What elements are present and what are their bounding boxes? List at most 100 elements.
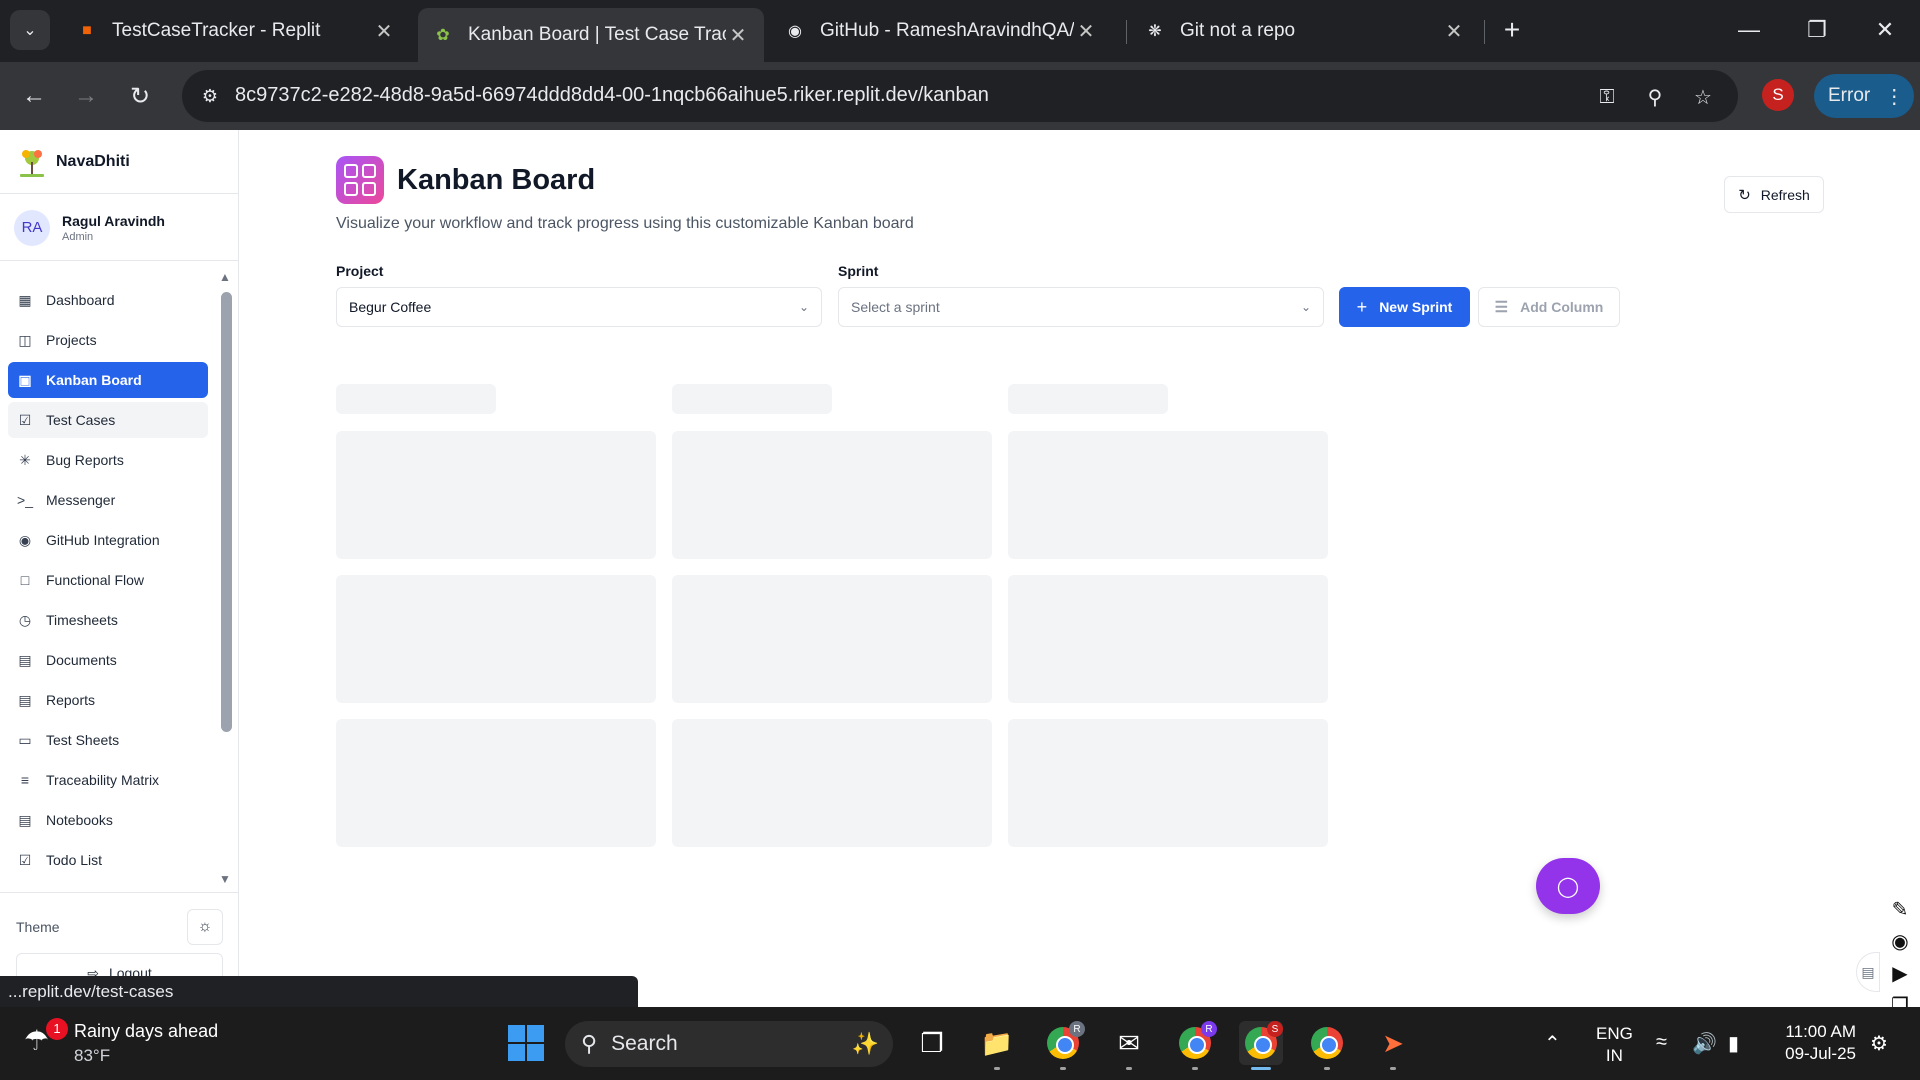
umbrella-icon: ☂ 1 [24,1017,68,1064]
skeleton-card [336,719,656,847]
tab-kanban-board[interactable]: ✿ Kanban Board | Test Case Tracker ✕ [418,8,764,62]
user-role: Admin [62,230,94,243]
brand-name: NavaDhiti [56,152,130,170]
sidebar-item-dashboard[interactable]: ▦ Dashboard [8,282,208,318]
sidebar-item-notebooks[interactable]: ▤ Notebooks [8,802,208,838]
chrome-profile-s-icon[interactable]: S [1239,1021,1283,1070]
language-indicator[interactable]: ENG IN [1596,1023,1633,1067]
skeleton-card [672,431,992,559]
chrome-profile-r-icon[interactable]: R [1041,1021,1085,1070]
chrome-profile-r2-icon[interactable]: R [1173,1021,1217,1070]
sidebar-item-label: Bug Reports [46,452,124,468]
sidebar-item-messenger[interactable]: >_ Messenger [8,482,208,518]
refresh-button[interactable]: ↻ Refresh [1724,176,1824,213]
sidebar-item-traceability-matrix[interactable]: ≡ Traceability Matrix [8,762,208,798]
sidebar-item-todo-list[interactable]: ☑ Todo List [8,842,208,878]
sidebar-item-test-cases[interactable]: ☑ Test Cases [8,402,208,438]
scroll-up-arrow-icon[interactable]: ▲ [219,270,231,284]
close-icon[interactable]: ✕ [1074,19,1098,44]
task-view-icon[interactable]: ❐ [910,1021,954,1065]
forward-button[interactable]: → [66,76,106,116]
zoom-icon[interactable]: ⚲ [1640,82,1670,112]
tab-git-not-a-repo[interactable]: ❋ Git not a repo ✕ [1130,8,1480,54]
wifi-icon[interactable]: ≈ [1656,1031,1667,1054]
start-button[interactable] [508,1025,544,1061]
sidebar-item-label: Kanban Board [46,372,142,388]
skeleton-card [1008,431,1328,559]
tab-github[interactable]: ◉ GitHub - RameshAravindhQA/Test ✕ [770,8,1112,54]
address-bar[interactable]: ⚙ 8c9737c2-e282-48d8-9a5d-66974ddd8dd4-0… [182,70,1738,122]
chat-button[interactable]: ◯ [1536,858,1600,914]
new-sprint-label: New Sprint [1379,299,1453,315]
notification-icon[interactable]: ⚙ [1870,1031,1888,1056]
tab-title: GitHub - RameshAravindhQA/Test [820,20,1074,41]
tray-chevron-up-icon[interactable]: ⌃ [1544,1031,1561,1056]
kanban-icon: ▣ [18,371,32,388]
plus-icon: + [1356,296,1368,317]
sprint-select[interactable]: Select a sprint ⌄ [838,287,1324,327]
new-sprint-button[interactable]: + New Sprint [1339,287,1470,327]
layers-icon: ☰ [1494,299,1509,316]
clock[interactable]: 11:00 AM 09-Jul-25 [1776,1021,1856,1065]
sprint-select-placeholder: Select a sprint [851,299,940,315]
file-explorer-icon[interactable]: 📁 [975,1021,1019,1070]
tab-search-button[interactable]: ⌄ [10,10,50,50]
close-icon[interactable]: ✕ [726,23,750,48]
site-settings-icon[interactable]: ⚙ [196,82,224,110]
clock-date: 09-Jul-25 [1785,1044,1856,1063]
theme-toggle-button[interactable]: ☼ [187,909,223,945]
url-text[interactable]: 8c9737c2-e282-48d8-9a5d-66974ddd8dd4-00-… [235,84,989,107]
add-column-button[interactable]: ☰ Add Column [1478,287,1620,327]
close-window-button[interactable]: ✕ [1860,10,1910,50]
password-key-icon[interactable]: ⚿ [1592,82,1622,112]
postman-icon[interactable]: ➤ [1371,1021,1415,1070]
profile-avatar[interactable]: S [1762,79,1794,111]
folder-icon: ◫ [18,331,32,348]
project-select[interactable]: Begur Coffee ⌄ [336,287,822,327]
brand[interactable]: NavaDhiti [0,130,238,194]
chrome-profile-photo-icon[interactable] [1305,1021,1349,1070]
skeleton-card [672,575,992,703]
sidebar-item-github-integration[interactable]: ◉ GitHub Integration [8,522,208,558]
new-tab-button[interactable]: + [1494,12,1530,48]
avatar: RA [14,209,50,246]
openai-icon: ❋ [1148,23,1162,40]
sidebar-scrollbar[interactable] [221,292,232,732]
camera-icon[interactable]: ◉ [1885,926,1915,956]
taskbar-search[interactable]: ⚲ Search ✨ [565,1021,893,1067]
chevron-down-icon: ⌄ [798,300,809,314]
link-status-tooltip: ...replit.dev/test-cases [0,976,638,1007]
volume-icon[interactable]: 🔊 [1692,1031,1717,1056]
dashboard-icon: ▦ [18,291,32,308]
scroll-down-arrow-icon[interactable]: ▼ [219,872,231,886]
weather-widget[interactable]: ☂ 1 Rainy days ahead 83°F [24,1017,219,1066]
skeleton-card [1008,575,1328,703]
more-vert-icon: ⋮ [1884,85,1905,108]
sidebar-item-reports[interactable]: ▤ Reports [8,682,208,718]
pen-icon[interactable]: ✎ [1885,894,1915,924]
video-icon[interactable]: ▶ [1885,958,1915,988]
tab-replit[interactable]: ■ TestCaseTracker - Replit ✕ [62,8,410,54]
sidebar-item-kanban-board[interactable]: ▣ Kanban Board [8,362,208,398]
close-icon[interactable]: ✕ [1442,19,1466,44]
mail-icon[interactable]: ✉ [1107,1021,1151,1070]
sidebar-item-bug-reports[interactable]: ✳ Bug Reports [8,442,208,478]
close-icon[interactable]: ✕ [372,19,396,44]
sidebar-item-documents[interactable]: ▤ Documents [8,642,208,678]
bookmark-star-icon[interactable]: ☆ [1688,82,1718,112]
tab-separator [1484,20,1485,44]
sidebar-item-projects[interactable]: ◫ Projects [8,322,208,358]
minimize-button[interactable]: — [1724,10,1774,50]
sidebar-item-test-sheets[interactable]: ▭ Test Sheets [8,722,208,758]
back-button[interactable]: ← [14,76,54,116]
search-label: Search [611,1032,678,1055]
user-profile[interactable]: RA Ragul Aravindh Admin [0,195,238,261]
error-menu-button[interactable]: Error ⋮ [1814,74,1914,118]
battery-icon[interactable]: ▮ [1728,1031,1739,1056]
sidebar-item-timesheets[interactable]: ◷ Timesheets [8,602,208,638]
reload-button[interactable]: ↻ [120,76,160,116]
sidebar-item-label: GitHub Integration [46,532,160,548]
restore-button[interactable]: ❐ [1792,10,1842,50]
sidebar-item-functional-flow[interactable]: □ Functional Flow [8,562,208,598]
weather-title: Rainy days ahead [74,1021,219,1041]
